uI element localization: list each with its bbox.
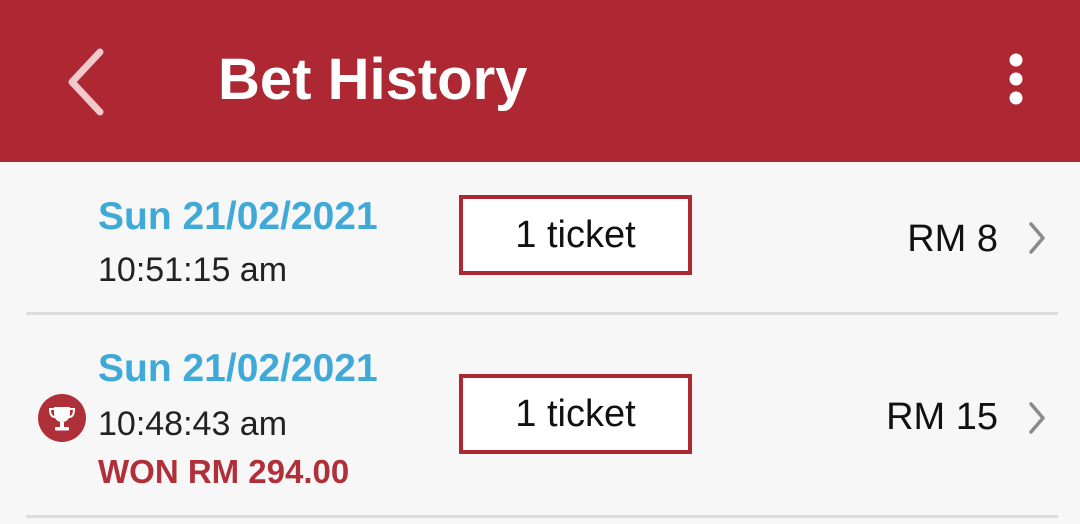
bet-amount: RM 15 (886, 396, 998, 438)
bet-time: 10:51:15 am (98, 251, 288, 289)
more-vertical-icon (1009, 53, 1023, 105)
page-title: Bet History (218, 47, 528, 112)
bet-amount: RM 8 (907, 218, 998, 260)
bet-time: 10:48:43 am (98, 405, 288, 443)
ticket-count-button[interactable]: 1 ticket (459, 374, 692, 454)
bet-history-row[interactable]: Sun 21/02/2021 10:51:15 am 1 ticket RM 8 (0, 162, 1080, 314)
back-button[interactable] (56, 36, 120, 126)
trophy-icon (38, 394, 86, 442)
bet-history-row[interactable]: Sun 21/02/2021 10:48:43 am WON RM 294.00… (0, 316, 1080, 516)
chevron-right-icon (1029, 222, 1045, 254)
bet-date: Sun 21/02/2021 (98, 195, 378, 238)
app-bar: Bet History (0, 0, 1080, 162)
chevron-left-icon (68, 48, 104, 116)
bet-date: Sun 21/02/2021 (98, 347, 378, 390)
chevron-right-icon (1029, 402, 1045, 434)
more-options-button[interactable] (990, 46, 1042, 112)
won-amount: WON RM 294.00 (98, 453, 350, 490)
row-divider (26, 515, 1058, 518)
ticket-count-button[interactable]: 1 ticket (459, 195, 692, 275)
row-divider (26, 312, 1058, 315)
